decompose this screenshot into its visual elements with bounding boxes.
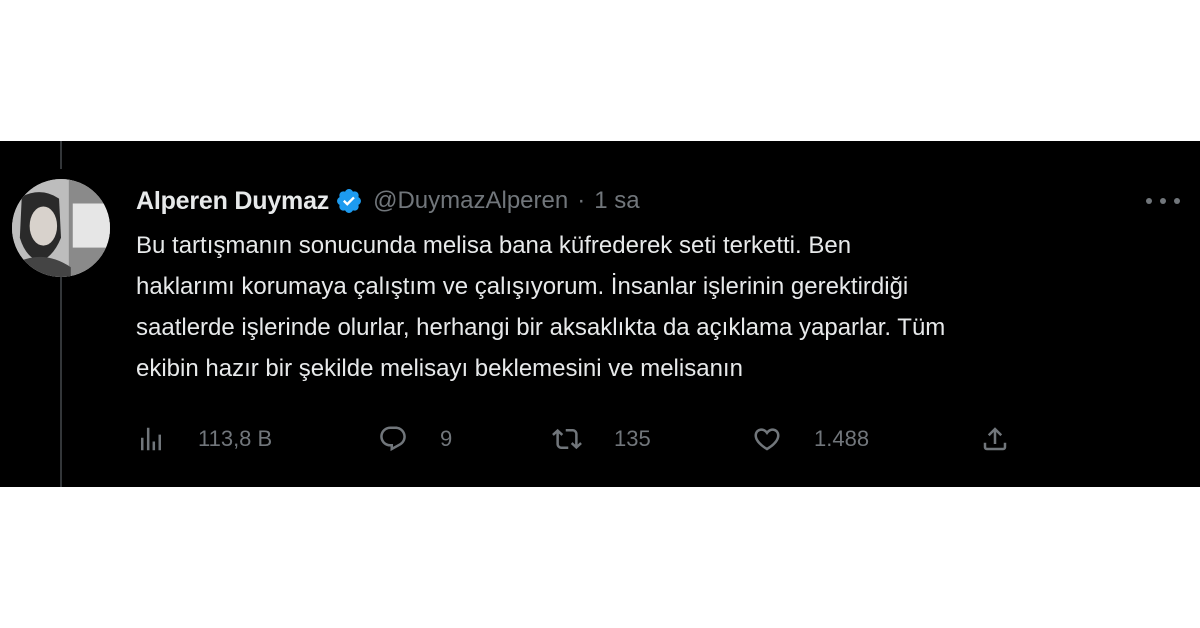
more-dot bbox=[1146, 198, 1152, 204]
tweet-card[interactable]: Alperen Duymaz @DuymazAlperen · 1 sa Bu … bbox=[0, 141, 1200, 487]
tweet-timestamp[interactable]: 1 sa bbox=[594, 187, 639, 215]
author-name[interactable]: Alperen Duymaz bbox=[136, 187, 329, 216]
verified-badge-icon bbox=[335, 187, 363, 215]
reply-button[interactable]: 9 bbox=[378, 419, 452, 459]
thread-line-bottom bbox=[60, 263, 62, 487]
retweet-icon bbox=[552, 428, 582, 450]
tweet-actions: 113,8 B 9 135 1.488 bbox=[136, 419, 1036, 459]
heart-icon bbox=[754, 428, 780, 451]
like-count: 1.488 bbox=[814, 426, 870, 451]
avatar-photo bbox=[12, 179, 110, 277]
reply-count: 9 bbox=[440, 426, 453, 451]
analytics-icon bbox=[141, 427, 161, 451]
tweet-text-line: haklarımı korumaya çalıştım ve çalışıyor… bbox=[136, 273, 909, 300]
retweet-count: 135 bbox=[614, 426, 651, 451]
tweet-text-line: ekibin hazır bir şekilde melisayı beklem… bbox=[136, 355, 743, 382]
reply-icon bbox=[380, 426, 406, 452]
views-button[interactable]: 113,8 B bbox=[136, 419, 272, 459]
tweet-text-line: saatlerde işlerinde olurlar, herhangi bi… bbox=[136, 314, 946, 341]
more-options-icon[interactable] bbox=[1146, 189, 1180, 213]
tweet-text-line: Bu tartışmanın sonucunda melisa bana küf… bbox=[136, 232, 852, 259]
thread-line-top bbox=[60, 141, 62, 169]
more-dot bbox=[1160, 198, 1166, 204]
share-icon bbox=[983, 427, 1007, 451]
separator-dot: · bbox=[577, 187, 586, 214]
like-button[interactable]: 1.488 bbox=[752, 419, 869, 459]
more-dot bbox=[1174, 198, 1180, 204]
author-handle[interactable]: @DuymazAlperen bbox=[373, 187, 568, 215]
views-count: 113,8 B bbox=[198, 426, 273, 451]
avatar[interactable] bbox=[12, 179, 110, 277]
tweet-text: Bu tartışmanın sonucunda melisa bana küf… bbox=[136, 225, 1186, 389]
retweet-button[interactable]: 135 bbox=[552, 419, 651, 459]
share-button[interactable] bbox=[980, 419, 1010, 459]
tweet-header: Alperen Duymaz @DuymazAlperen · 1 sa bbox=[136, 183, 640, 219]
